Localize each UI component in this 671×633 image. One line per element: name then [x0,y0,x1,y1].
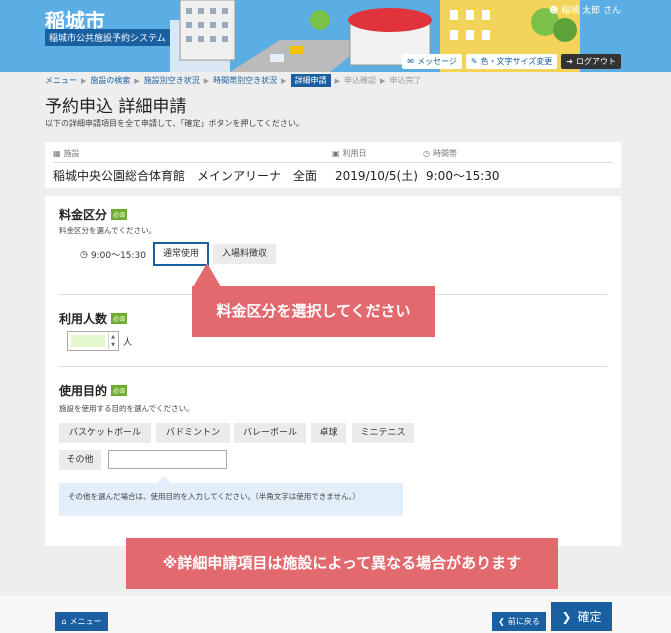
fee-title-text: 料金区分 [59,208,108,222]
building-icon: ▦ [53,149,61,158]
people-count-input[interactable] [71,335,105,347]
people-unit: 人 [123,338,133,348]
breadcrumb-separator-icon: ▶ [134,76,140,85]
date-label: ▣ 利用日 [332,148,367,159]
time-label-text: 時間帯 [432,149,457,158]
text-size-button[interactable]: ✎ 色・文字サイズ変更 [465,54,558,69]
fee-option-admission[interactable]: 入場料徴収 [213,244,276,264]
people-section-title: 利用人数 必須 [59,310,128,327]
breadcrumb-time-availability[interactable]: 時間帯別空き状況 [213,75,277,86]
required-badge: 必須 [111,385,128,396]
people-count-stepper[interactable]: ▲ ▼ [67,331,119,351]
breadcrumb-menu[interactable]: メニュー [45,75,77,86]
fee-callout: 料金区分を選択してください [192,286,435,337]
chevron-left-icon: ❮ [498,617,505,626]
confirm-label: 確定 [577,610,602,624]
home-icon: ⌂ [61,617,67,626]
menu-label: メニュー [69,617,102,626]
calendar-icon: ▣ [332,149,340,158]
logout-label: ログアウト [576,57,616,66]
purpose-section-title: 使用目的 必須 [59,382,128,399]
breadcrumb-separator-icon: ▶ [334,76,340,85]
pencil-icon: ✎ [470,57,478,66]
purpose-option-volleyball[interactable]: バレーボール [234,423,306,443]
people-title-text: 利用人数 [59,312,108,326]
breadcrumb-availability[interactable]: 施設別空き状況 [144,75,200,86]
chevron-right-icon: ❯ [561,609,572,624]
summary-divider [53,162,613,163]
fee-time: ◷ 9:00〜15:30 [80,248,147,262]
messages-button[interactable]: ✉ メッセージ [402,54,462,69]
back-button[interactable]: ❮ 前に戻る [492,612,546,631]
breadcrumb-separator-icon: ▶ [203,76,210,85]
facility-name: 稲城中央公園総合体育館 メインアリーナ 全面 [53,169,318,183]
facility-label: ▦ 施設 [53,148,80,159]
reservation-summary: ▦ 施設 ▣ 利用日 ◷ 時間帯 稲城中央公園総合体育館 メインアリーナ 全面 201… [45,142,621,188]
other-purpose-note: その他を選んだ場合は、使用目的を入力してください。（半角文字は使用できません。） [59,483,403,516]
purpose-title-text: 使用目的 [59,384,108,398]
logout-icon: ➜ [566,57,573,66]
messages-label: メッセージ [416,57,457,66]
required-badge: 必須 [111,209,128,220]
back-label: 前に戻る [507,617,540,626]
fee-time-text: 9:00〜15:30 [90,251,147,261]
fee-description: 料金区分を選んでください。 [59,226,157,235]
breadcrumb-separator-icon: ▶ [81,76,87,85]
usage-time: 9:00〜15:30 [426,169,500,183]
purpose-option-table-tennis[interactable]: 卓球 [311,423,346,443]
footer: ⌂ メニュー ❮ 前に戻る ❯ 確定 [0,596,671,633]
confirm-button[interactable]: ❯ 確定 [551,602,612,631]
note-pointer [157,476,171,483]
breadcrumb-complete: 申込完了 [389,76,422,85]
purpose-option-basketball[interactable]: バスケットボール [59,423,151,443]
purpose-option-other[interactable]: その他 [59,450,101,470]
spinner-arrows-icon[interactable]: ▲ ▼ [108,333,117,349]
purpose-option-mini-tennis[interactable]: ミニテニス [352,423,414,443]
purpose-option-badminton[interactable]: バドミントン [156,423,230,443]
message-icon: ✉ [407,57,414,66]
breadcrumb-search[interactable]: 施設の検索 [90,75,130,86]
fee-section-title: 料金区分 必須 [59,206,128,223]
user-name-text: 稲城 太郎 さん [561,6,621,16]
breadcrumb-current: 詳細申請 [290,74,331,87]
app-subtitle: 稲城市公共施設予約システム [45,29,170,46]
date-label-text: 利用日 [342,149,367,158]
logout-button[interactable]: ➜ ログアウト [561,54,621,69]
purpose-description: 施設を使用する目的を選んでください。 [59,404,194,413]
menu-button[interactable]: ⌂ メニュー [55,612,108,631]
usage-date: 2019/10/5(土) [335,169,418,183]
page-description: 以下の詳細申請項目を全て申請して、「確定」ボタンを押してください。 [45,119,304,128]
breadcrumb-separator-icon: ▶ [281,76,287,85]
breadcrumb: メニュー ▶ 施設の検索 ▶ 施設別空き状況 ▶ 時間帯別空き状況 ▶ 詳細申請 ▶ 申込… [45,74,421,87]
breadcrumb-confirm: 申込確認 [343,76,376,85]
required-badge: 必須 [111,313,128,324]
header: 稲城市 稲城市公共施設予約システム ☻ 稲城 太郎 さん ✉ メッセージ ✎ 色・文… [0,0,671,72]
detail-form: 料金区分 必須 料金区分を選んでください。 ◷ 9:00〜15:30 通常使用 入場… [45,196,621,546]
clock-icon: ◷ [80,249,88,260]
facility-label-text: 施設 [63,149,80,158]
time-label: ◷ 時間帯 [423,148,457,159]
callout-pointer [193,263,221,287]
user-name: ☻ 稲城 太郎 さん [549,3,621,16]
clock-icon: ◷ [423,149,430,158]
other-purpose-input[interactable] [108,450,227,469]
user-icon: ☻ [549,6,559,16]
text-size-label: 色・文字サイズ変更 [480,57,553,66]
page-title: 予約申込 詳細申請 [45,97,187,117]
section-divider [59,366,607,367]
breadcrumb-separator-icon: ▶ [379,76,386,85]
note-callout: ※詳細申請項目は施設によって異なる場合があります [126,538,558,589]
